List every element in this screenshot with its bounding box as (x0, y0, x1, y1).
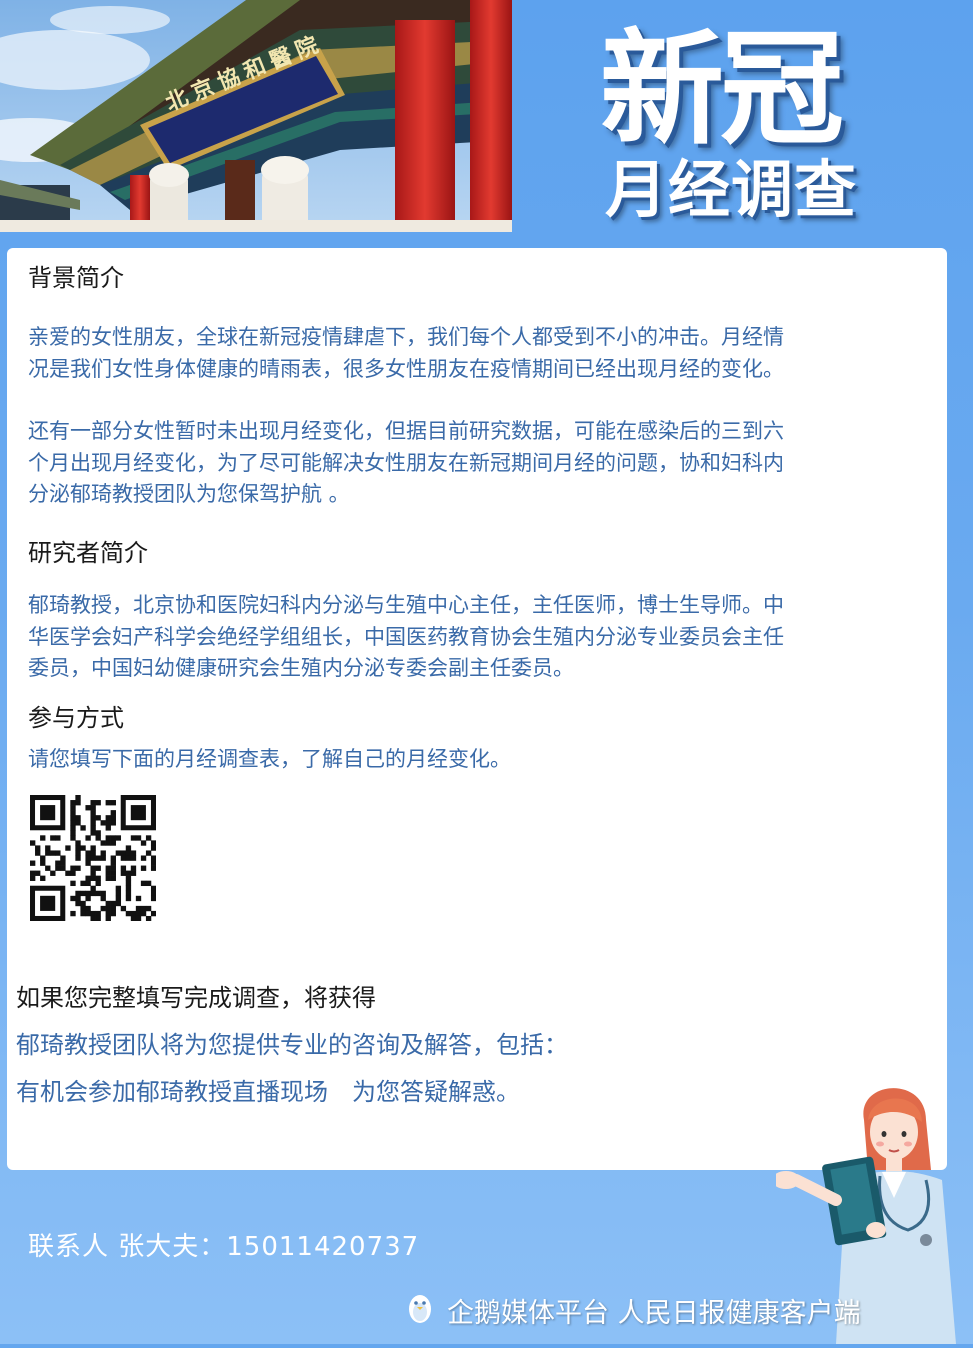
text-line: 华医学会妇产科学会绝经学组组长，中国医药教育协会生殖内分泌专业委员会主任 (28, 624, 784, 649)
penguin-icon (405, 1291, 435, 1329)
survey-qr-code[interactable] (30, 795, 157, 922)
benefits-lead: 如果您完整填写完成调查，将获得 (16, 984, 376, 1012)
watermark-text: 企鹅媒体平台 人民日报健康客户端 (447, 1297, 861, 1329)
page-title: 新冠 (600, 18, 844, 162)
section-heading-participate: 参与方式 (28, 704, 124, 732)
text-line: 郁琦教授，北京协和医院妇科内分泌与生殖中心主任，主任医师，博士生导师。中 (28, 593, 784, 617)
section-heading-background: 背景简介 (28, 264, 124, 292)
section-heading-researcher: 研究者简介 (28, 539, 148, 567)
contact-info: 联系人 张大夫：15011420737 (28, 1232, 420, 1262)
watermark: 企鹅媒体平台 人民日报健康客户端 (405, 1290, 861, 1330)
researcher-paragraph: 郁琦教授，北京协和医院妇科内分泌与生殖中心主任，主任医师，博士生导师。中 华医学… (28, 590, 898, 685)
text-line: 委员，中国妇幼健康研究会生殖内分泌专委会副主任委员。 (28, 656, 574, 680)
text-line: 况是我们女性身体健康的晴雨表，很多女性朋友在疫情期间已经出现月经的变化。 (28, 356, 784, 381)
text-line: 个月出现月经变化，为了尽可能解决女性朋友在新冠期间月经的问题，协和妇科内 (28, 450, 784, 475)
background-paragraph-1: 亲爱的女性朋友，全球在新冠疫情肆虐下，我们每个人都受到不小的冲击。月经情 况是我… (28, 322, 898, 385)
background-paragraph-2: 还有一部分女性暂时未出现月经变化，但据目前研究数据，可能在感染后的三到六 个月出… (28, 416, 898, 511)
text-line: 亲爱的女性朋友，全球在新冠疫情肆虐下，我们每个人都受到不小的冲击。月经情 (28, 325, 784, 349)
page-subtitle: 月经调查 (605, 153, 858, 226)
text-line: 请您填写下面的月经调查表，了解自己的月经变化。 (28, 747, 511, 771)
text-line: 还有一部分女性暂时未出现月经变化，但据目前研究数据，可能在感染后的三到六 (28, 419, 784, 443)
text-line: 分泌郁琦教授团队为您保驾护航 。 (28, 482, 350, 506)
benefits-line-1: 郁琦教授团队将为您提供专业的咨询及解答，包括： (16, 1031, 568, 1059)
participate-paragraph: 请您填写下面的月经调查表，了解自己的月经变化。 (28, 744, 898, 776)
hospital-gate-photo (0, 0, 512, 232)
benefits-line-2: 有机会参加郁琦教授直播现场 为您答疑解惑。 (16, 1078, 520, 1106)
